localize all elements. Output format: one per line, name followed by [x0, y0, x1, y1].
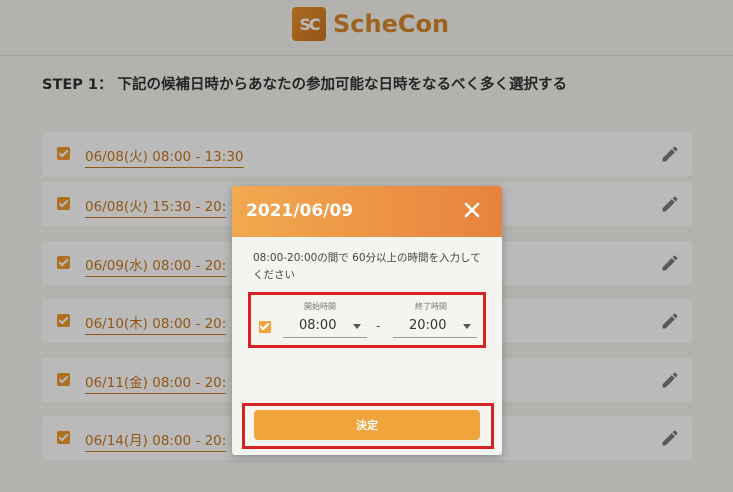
- start-time-label: 開始時間: [304, 302, 336, 311]
- end-time-label: 終了時間: [415, 302, 447, 311]
- dialog-header: 2021/06/09: [232, 186, 502, 237]
- end-time-select[interactable]: 20:00: [393, 315, 477, 338]
- start-time-value: 08:00: [299, 318, 337, 333]
- chevron-down-icon: [353, 324, 361, 329]
- time-dialog: 2021/06/09 08:00-20:00の間で 60分以上の時間を入力してく…: [232, 186, 502, 455]
- dialog-instruction: 08:00-20:00の間で 60分以上の時間を入力してください: [253, 252, 481, 281]
- checkbox-checked-icon[interactable]: [259, 321, 271, 333]
- close-icon[interactable]: [460, 198, 484, 222]
- time-range-highlight: 開始時間 08:00 - 終了時間 20:00: [248, 292, 486, 348]
- dialog-title: 2021/06/09: [246, 201, 354, 221]
- submit-button[interactable]: 決定: [254, 410, 480, 440]
- chevron-down-icon: [463, 324, 471, 329]
- end-time-value: 20:00: [409, 318, 447, 333]
- start-time-select[interactable]: 08:00: [283, 315, 367, 338]
- time-separator: -: [376, 319, 381, 333]
- submit-highlight: 決定: [242, 403, 494, 449]
